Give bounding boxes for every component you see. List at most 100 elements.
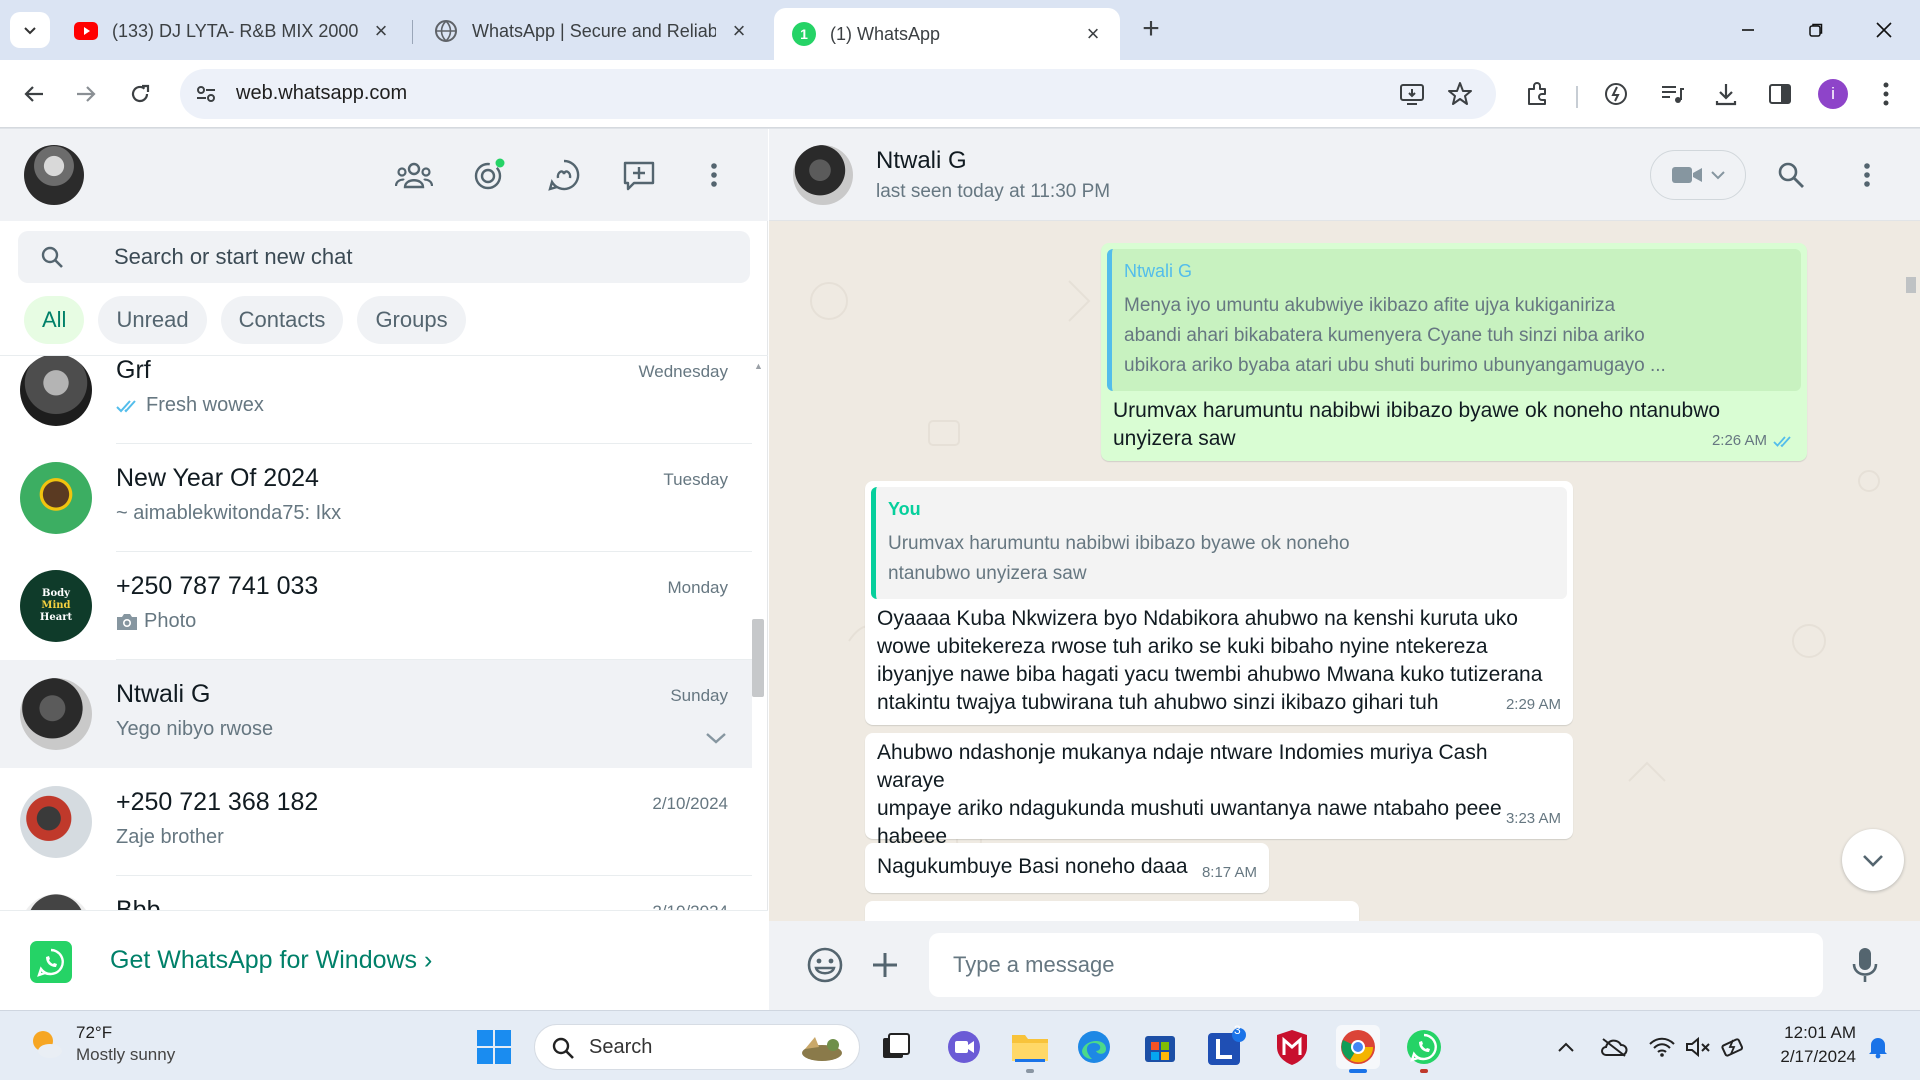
search-input[interactable]	[114, 239, 714, 275]
show-hidden-icons-button[interactable]	[1552, 1033, 1580, 1061]
tab-close-icon[interactable]: ×	[370, 18, 392, 44]
search-in-chat-button[interactable]	[1771, 155, 1811, 195]
status-button[interactable]	[469, 155, 509, 195]
taskbar-mcafee[interactable]	[1270, 1025, 1314, 1069]
filter-groups[interactable]: Groups	[357, 296, 466, 344]
chat-item-grf[interactable]: Grf Wednesday Fresh wowex	[0, 356, 752, 444]
taskbar-chrome[interactable]	[1336, 1025, 1380, 1069]
taskbar-file-explorer[interactable]	[1008, 1025, 1052, 1069]
chevron-down-icon	[24, 27, 36, 35]
running-indicator	[1026, 1069, 1034, 1073]
battery-charging-icon	[1721, 1038, 1744, 1057]
attach-button[interactable]	[863, 943, 907, 987]
weather-widget[interactable]: 72°F Mostly sunny	[28, 1023, 175, 1065]
chat-menu-button[interactable]	[1847, 155, 1887, 195]
voice-message-button[interactable]	[1843, 943, 1887, 987]
quoted-sender: You	[888, 499, 921, 519]
chat-item-ntwali-g[interactable]: Ntwali G Sunday Yego nibyo rwose	[0, 660, 752, 768]
taskbar-search-label: Search	[589, 1036, 653, 1058]
last-message-text: Zaje brother	[116, 826, 224, 848]
bookmark-star-icon[interactable]	[1446, 80, 1474, 108]
profile-avatar-button[interactable]: i	[1818, 79, 1848, 109]
extensions-button[interactable]	[1522, 78, 1554, 110]
restore-button[interactable]	[1796, 10, 1836, 50]
close-window-button[interactable]	[1864, 10, 1904, 50]
side-panel-button[interactable]	[1764, 78, 1796, 110]
scroll-up-arrow-icon[interactable]: ▲	[754, 361, 763, 371]
conversation-header[interactable]: Ntwali G last seen today at 11:30 PM	[769, 129, 1920, 221]
site-settings-icon[interactable]	[194, 82, 218, 106]
task-view-button[interactable]	[874, 1025, 918, 1069]
filter-all[interactable]: All	[24, 296, 85, 344]
forward-button[interactable]	[64, 72, 108, 116]
chat-list-scrollbar[interactable]	[752, 619, 764, 697]
minimize-button[interactable]	[1728, 10, 1768, 50]
tab-whatsapp-active[interactable]: 1 (1) WhatsApp ×	[774, 8, 1120, 60]
onedrive-button[interactable]	[1600, 1033, 1628, 1061]
downloads-button[interactable]	[1710, 78, 1742, 110]
message-bubble-incoming[interactable]: Nagukumbuye Basi noneho daaa 8:17 AM	[865, 843, 1269, 893]
get-whatsapp-windows-banner[interactable]: Get WhatsApp for Windows ›	[0, 910, 768, 1010]
taskbar-meet-app[interactable]	[942, 1025, 986, 1069]
message-line: wowe ubitekereza rwose tuh ariko se kuki…	[877, 635, 1488, 658]
tab-close-icon[interactable]: ×	[728, 18, 750, 44]
reload-button[interactable]	[118, 72, 162, 116]
new-tab-button[interactable]: +	[1136, 12, 1166, 46]
scroll-to-bottom-button[interactable]	[1842, 829, 1904, 891]
taskbar-store[interactable]	[1138, 1025, 1182, 1069]
address-bar[interactable]: web.whatsapp.com	[180, 69, 1496, 119]
channels-button[interactable]	[544, 155, 584, 195]
message-bubble-incoming[interactable]: You Urumvax harumuntu nabibwi ibibazo by…	[865, 481, 1573, 725]
chevron-up-icon	[1558, 1042, 1574, 1052]
notifications-button[interactable]	[1864, 1033, 1892, 1061]
battery-button[interactable]	[1720, 1033, 1748, 1061]
emoji-button[interactable]	[803, 943, 847, 987]
conversation-scrollbar[interactable]	[1906, 277, 1916, 293]
tab-close-icon[interactable]: ×	[1082, 21, 1104, 47]
message-bubble-outgoing[interactable]: Ntwali G Menya iyo umuntu akubwiye ikiba…	[1101, 243, 1807, 461]
wifi-button[interactable]	[1648, 1033, 1676, 1061]
media-controls-button[interactable]	[1656, 78, 1688, 110]
volume-button[interactable]	[1684, 1033, 1712, 1061]
chat-item-new-year-2024[interactable]: New Year Of 2024 Tuesday ~ aimablekwiton…	[0, 444, 752, 552]
contact-last-seen: last seen today at 11:30 PM	[876, 181, 1111, 202]
quoted-message[interactable]: Ntwali G Menya iyo umuntu akubwiye ikiba…	[1107, 249, 1801, 391]
tab-whatsapp-site[interactable]: WhatsApp | Secure and Reliable ×	[416, 10, 766, 52]
communities-button[interactable]	[394, 155, 434, 195]
contact-avatar[interactable]	[793, 145, 853, 205]
chevron-down-icon[interactable]	[704, 726, 728, 750]
filter-contacts[interactable]: Contacts	[220, 296, 344, 344]
video-call-button[interactable]	[1650, 150, 1746, 200]
system-clock[interactable]: 12:01 AM 2/17/2024	[1770, 1021, 1856, 1069]
video-camera-icon	[1672, 167, 1702, 183]
chat-search-box[interactable]	[18, 231, 750, 283]
tab-title: (1) WhatsApp	[830, 23, 941, 44]
arrow-right-icon	[77, 86, 96, 102]
taskbar-l-app[interactable]: 3	[1204, 1023, 1248, 1069]
chat-item-bbb[interactable]: Bbb 2/10/2024	[0, 876, 752, 910]
quoted-message[interactable]: You Urumvax harumuntu nabibwi ibibazo by…	[871, 487, 1567, 599]
chat-item-250-787-741-033[interactable]: Body Mind Heart +250 787 741 033 Monday …	[0, 552, 752, 660]
sidebar-menu-button[interactable]	[694, 155, 734, 195]
filter-unread[interactable]: Unread	[98, 296, 207, 344]
browser-menu-button[interactable]	[1870, 78, 1902, 110]
install-app-icon[interactable]	[1398, 80, 1426, 108]
performance-button[interactable]	[1600, 78, 1632, 110]
start-button[interactable]	[472, 1025, 516, 1069]
tab-search-button[interactable]	[10, 12, 50, 48]
tab-title: (133) DJ LYTA- R&B MIX 2000'S	[112, 20, 358, 41]
message-line: unyizera saw	[1113, 427, 1236, 450]
side-panel-icon	[1769, 84, 1791, 104]
chat-item-250-721-368-182[interactable]: +250 721 368 182 2/10/2024 Zaje brother	[0, 768, 752, 876]
taskbar-whatsapp[interactable]	[1402, 1025, 1446, 1069]
message-input[interactable]	[929, 933, 1823, 997]
tab-youtube[interactable]: (133) DJ LYTA- R&B MIX 2000'S ×	[56, 10, 408, 52]
new-chat-button[interactable]	[619, 155, 659, 195]
taskbar-edge[interactable]	[1072, 1025, 1116, 1069]
taskbar-search[interactable]: Search	[534, 1024, 860, 1070]
message-bubble-incoming[interactable]: Ahubwo ndashonje mukanya ndaje ntware In…	[865, 733, 1573, 848]
back-button[interactable]	[12, 72, 56, 116]
get-app-link[interactable]: Get WhatsApp for Windows ›	[110, 946, 432, 975]
my-profile-avatar[interactable]	[24, 145, 84, 205]
video-chat-icon	[948, 1031, 980, 1063]
